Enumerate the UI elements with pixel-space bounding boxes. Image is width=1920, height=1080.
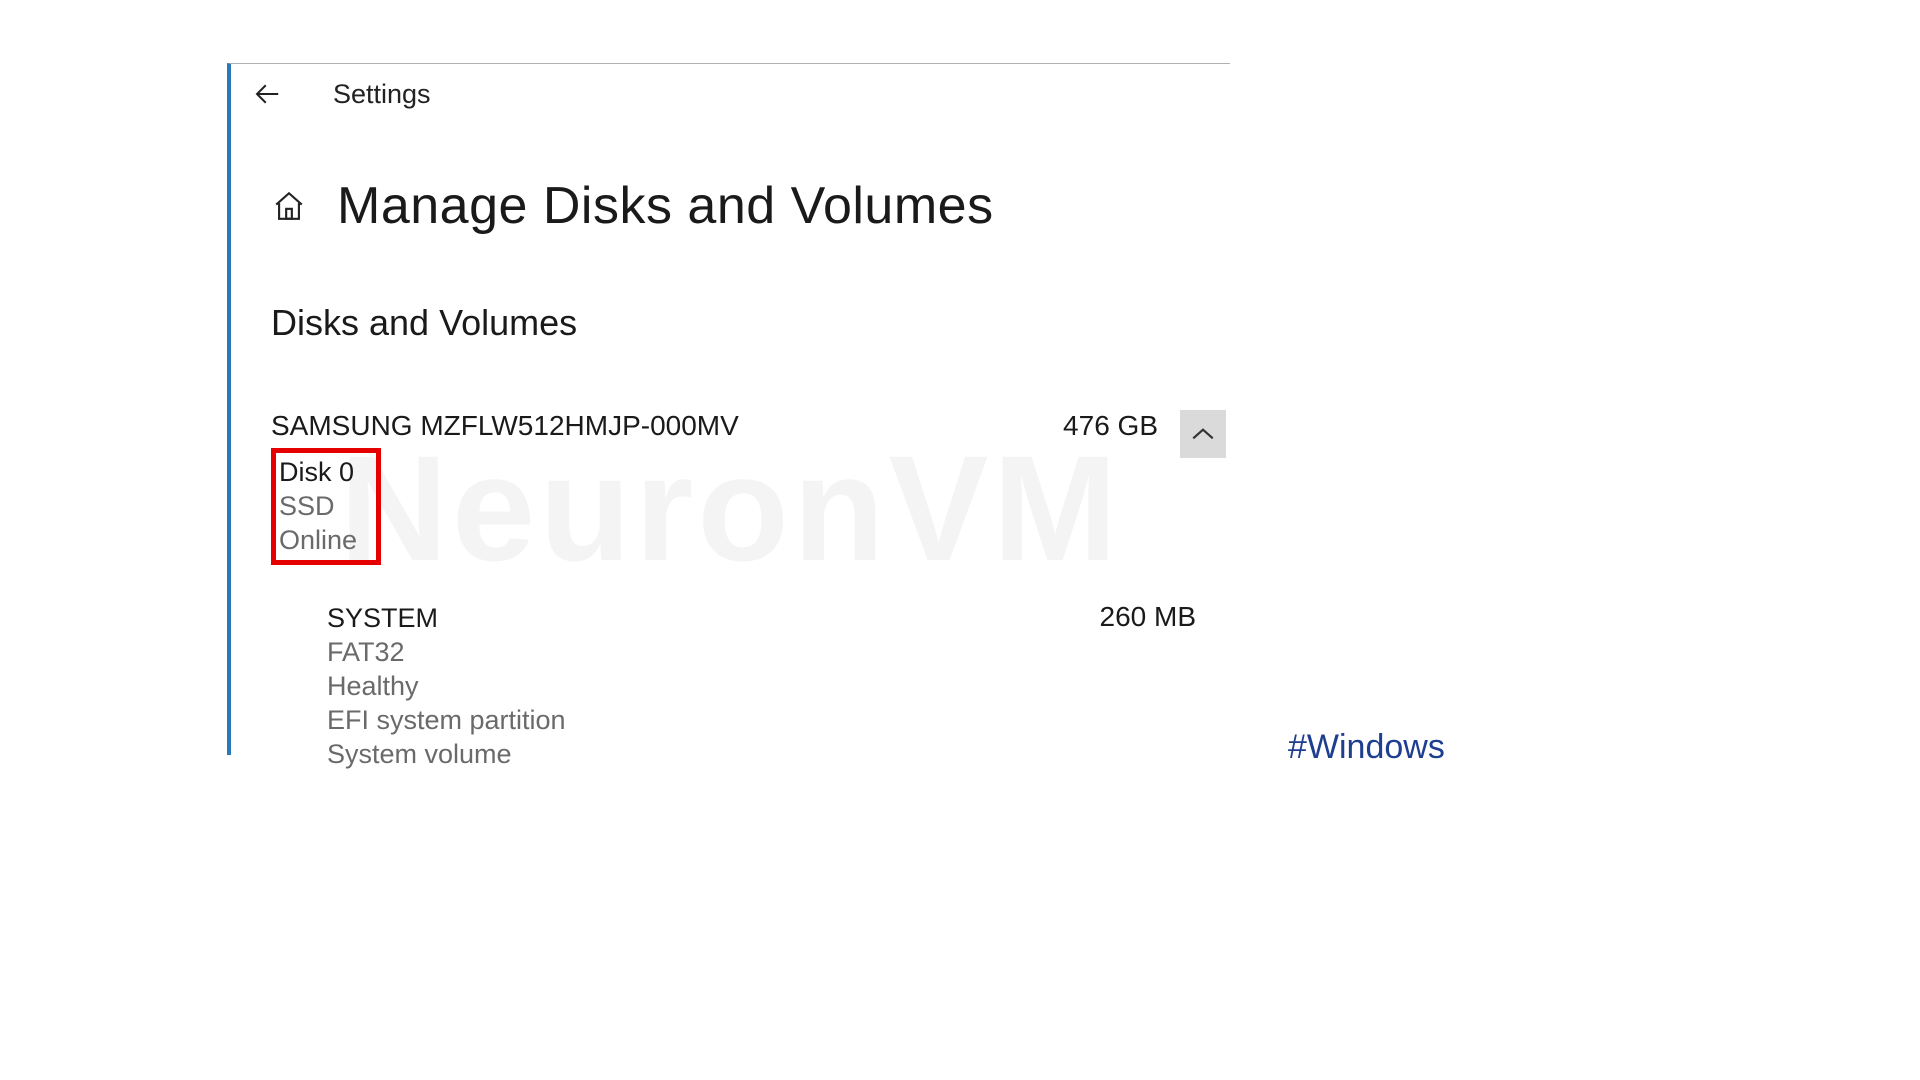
app-title: Settings bbox=[333, 79, 431, 110]
volume-partition-type: EFI system partition bbox=[327, 703, 1100, 737]
volume-role: System volume bbox=[327, 737, 1100, 771]
disk-media-type: SSD bbox=[279, 490, 373, 524]
section-heading: Disks and Volumes bbox=[231, 302, 1230, 344]
volume-info: SYSTEM FAT32 Healthy EFI system partitio… bbox=[327, 601, 1100, 771]
volume-size: 260 MB bbox=[1100, 601, 1231, 633]
disk-status: Online bbox=[279, 524, 373, 558]
home-icon[interactable] bbox=[271, 188, 307, 224]
disk-details-highlight: Disk 0 SSD Online bbox=[271, 448, 381, 565]
disk-index: Disk 0 bbox=[279, 456, 373, 490]
disk-row[interactable]: SAMSUNG MZFLW512HMJP-000MV Disk 0 SSD On… bbox=[231, 410, 1230, 565]
volume-row[interactable]: SYSTEM FAT32 Healthy EFI system partitio… bbox=[231, 601, 1230, 771]
page-title: Manage Disks and Volumes bbox=[337, 176, 994, 236]
settings-window: NeuronVM Settings Manage Disks and Volum… bbox=[227, 63, 1230, 755]
volume-health: Healthy bbox=[327, 669, 1100, 703]
back-button[interactable] bbox=[249, 76, 285, 112]
expand-toggle[interactable] bbox=[1180, 410, 1226, 458]
title-bar: Settings bbox=[231, 64, 1230, 124]
disk-name: SAMSUNG MZFLW512HMJP-000MV bbox=[271, 410, 1063, 442]
disk-size: 476 GB bbox=[1063, 410, 1158, 442]
back-arrow-icon bbox=[252, 79, 282, 109]
volume-name: SYSTEM bbox=[327, 601, 1100, 635]
disk-info: SAMSUNG MZFLW512HMJP-000MV Disk 0 SSD On… bbox=[271, 410, 1063, 565]
page-header: Manage Disks and Volumes bbox=[231, 176, 1230, 236]
volume-filesystem: FAT32 bbox=[327, 635, 1100, 669]
chevron-up-icon bbox=[1190, 424, 1216, 444]
hashtag-label: #Windows bbox=[1288, 728, 1445, 767]
